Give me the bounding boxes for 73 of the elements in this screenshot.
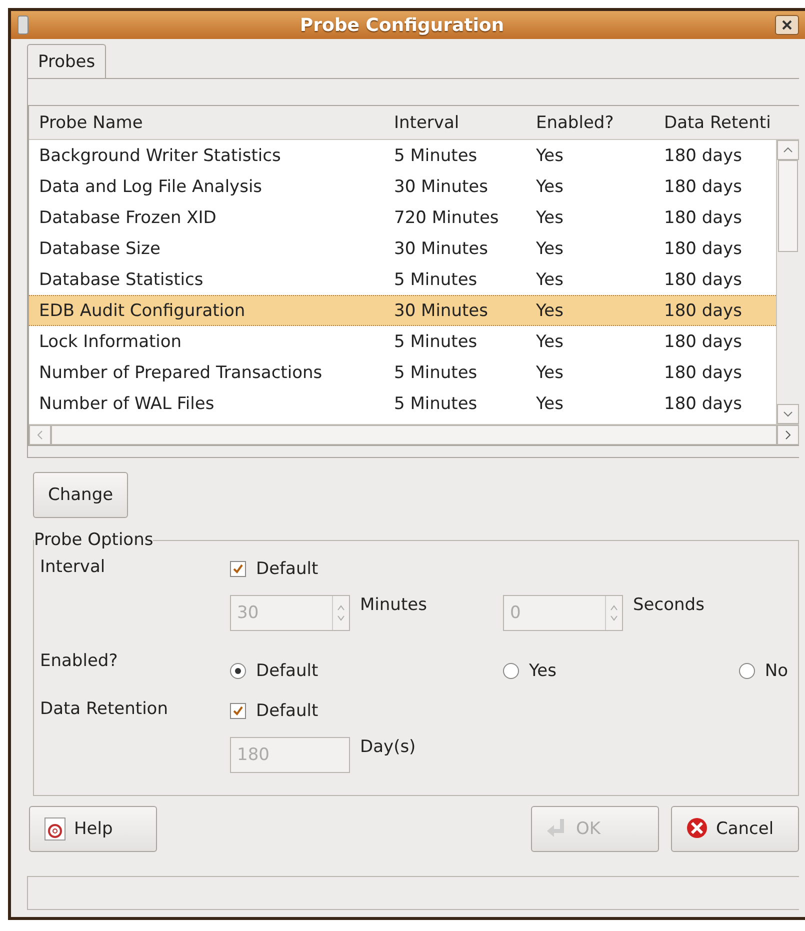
scroll-right-icon xyxy=(785,430,791,440)
table-cell-text: 180 days xyxy=(663,300,743,320)
close-button[interactable] xyxy=(775,15,799,35)
close-icon xyxy=(782,20,792,30)
scroll-down-icon xyxy=(783,411,793,417)
table-cell-text: 180 days xyxy=(663,208,743,228)
table-cell-text: Yes xyxy=(535,270,564,290)
window-title: Probe Configuration xyxy=(298,14,506,36)
table-cell-text: Yes xyxy=(535,300,564,320)
change-button[interactable]: Change xyxy=(33,472,128,518)
table-cell-text: Yes xyxy=(535,362,564,382)
table-cell-text: Yes xyxy=(535,208,564,228)
cancel-icon xyxy=(686,817,708,841)
radio-button[interactable]: Default xyxy=(230,647,503,695)
table-cell-text: 30 Minutes xyxy=(393,238,489,258)
table-cell-text: 180 days xyxy=(663,238,743,258)
table-cell-text: 30 Minutes xyxy=(393,300,489,320)
default-checkbox[interactable]: Default xyxy=(230,695,503,727)
group-title: Probe Options xyxy=(34,530,154,550)
table-cell-text: 180 days xyxy=(663,394,743,414)
table-cell-text: Yes xyxy=(535,394,564,414)
table-cell-text: 5 Minutes xyxy=(393,394,478,414)
table-cell-text: Background Writer Statistics xyxy=(38,146,282,166)
help-button[interactable]: Help xyxy=(29,806,157,852)
column-header[interactable]: Data Retenti xyxy=(654,112,799,132)
table-cell-text: EDB Audit Configuration xyxy=(38,300,246,320)
table-cell-text: Yes xyxy=(535,332,564,352)
unit-label: Seconds xyxy=(633,595,704,615)
table-cell-text: 5 Minutes xyxy=(393,362,478,382)
table-cell-text: 30 Minutes xyxy=(393,176,489,196)
field-label: Interval xyxy=(40,556,106,579)
table-cell-text: Number of Prepared Transactions xyxy=(38,362,324,382)
table-cell-text: 5 Minutes xyxy=(393,146,478,166)
unit-label: Day(s) xyxy=(360,737,416,757)
table-cell-text: Database Statistics xyxy=(38,270,204,290)
unit-label: Minutes xyxy=(360,595,427,615)
spin-arrows-icon xyxy=(337,604,345,622)
radio-button[interactable]: Yes xyxy=(503,647,739,695)
lifebuoy-icon xyxy=(44,817,66,841)
check-icon xyxy=(233,706,243,716)
vertical-scrollbar[interactable] xyxy=(776,140,799,424)
scroll-left-icon xyxy=(37,430,43,440)
table-cell-text: Number of WAL Files xyxy=(38,394,216,414)
cancel-button[interactable]: Cancel xyxy=(671,806,799,852)
table-cell-text: Data and Log File Analysis xyxy=(38,176,264,196)
table-cell-text: Database Frozen XID xyxy=(38,208,218,228)
table-cell-text: Yes xyxy=(535,146,564,166)
table-cell-text: 180 days xyxy=(663,146,743,166)
column-header[interactable]: Probe Name xyxy=(29,112,384,132)
table-cell-text: Lock Information xyxy=(38,332,183,352)
table-cell-text: 5 Minutes xyxy=(393,332,478,352)
table-cell-text: Database Size xyxy=(38,238,162,258)
table-cell-text: 5 Minutes xyxy=(393,270,478,290)
table-cell-text: 180 days xyxy=(663,362,743,382)
table-cell-text: 180 days xyxy=(663,270,743,290)
horizontal-scrollbar[interactable] xyxy=(29,424,799,445)
spin-arrows-icon xyxy=(610,604,618,622)
table-cell-text: Yes xyxy=(535,176,564,196)
table-cell-text: 720 Minutes xyxy=(393,208,500,228)
field-label: Data Retention xyxy=(40,698,169,721)
table-cell-text: 180 days xyxy=(663,176,743,196)
scroll-up-icon xyxy=(783,147,793,153)
default-checkbox[interactable]: Default xyxy=(230,553,503,585)
column-header[interactable]: Enabled? xyxy=(526,112,654,132)
column-header[interactable]: Interval xyxy=(384,112,526,132)
selected-row[interactable]: EDB Audit Configuration 30 Minutes Yes 180 days xyxy=(29,295,776,326)
tab[interactable]: Probes xyxy=(27,44,106,79)
window-icon xyxy=(17,15,29,35)
check-icon xyxy=(233,564,243,574)
table-cell-text: 180 days xyxy=(663,332,743,352)
table-cell-text: Yes xyxy=(535,238,564,258)
field-label: Enabled? xyxy=(40,650,119,673)
radio-button[interactable]: No xyxy=(738,647,788,695)
